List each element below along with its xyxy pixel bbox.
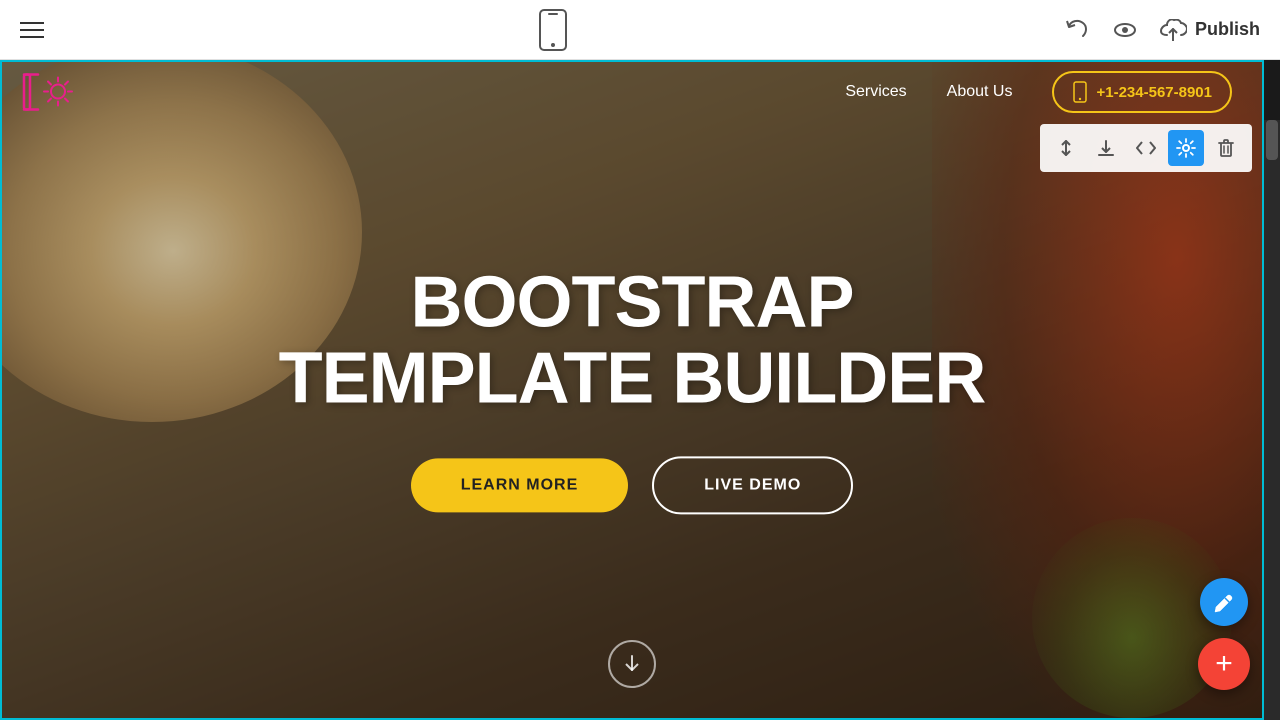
- learn-more-button[interactable]: LEARN MORE: [411, 459, 629, 513]
- hero-content: BOOTSTRAP TEMPLATE BUILDER LEARN MORE LI…: [128, 265, 1136, 514]
- live-demo-button[interactable]: LIVE DEMO: [652, 457, 853, 515]
- code-section-button[interactable]: [1128, 130, 1164, 166]
- publish-label: Publish: [1195, 19, 1260, 40]
- hero-buttons: LEARN MORE LIVE DEMO: [128, 457, 1136, 515]
- add-fab-icon: +: [1215, 649, 1233, 679]
- section-toolbar: [1040, 124, 1252, 172]
- toolbar-center: [537, 8, 569, 52]
- publish-button[interactable]: Publish: [1159, 19, 1260, 41]
- scroll-down-button[interactable]: [608, 640, 656, 688]
- toolbar-right: Publish: [1063, 16, 1260, 44]
- preview-button[interactable]: [1111, 16, 1139, 44]
- site-nav-links: Services About Us +1-234-567-8901: [845, 71, 1232, 113]
- move-section-button[interactable]: [1048, 130, 1084, 166]
- phone-nav-button[interactable]: +1-234-567-8901: [1052, 71, 1232, 113]
- hero-title: BOOTSTRAP TEMPLATE BUILDER: [128, 265, 1136, 416]
- site-navbar: Services About Us +1-234-567-8901: [2, 62, 1262, 122]
- settings-section-button[interactable]: [1168, 130, 1204, 166]
- hero-title-line1: BOOTSTRAP: [410, 262, 853, 342]
- phone-number: +1-234-567-8901: [1096, 84, 1212, 101]
- nav-services[interactable]: Services: [845, 83, 906, 101]
- hero-title-line2: TEMPLATE BUILDER: [279, 338, 986, 418]
- main-area: Services About Us +1-234-567-8901: [0, 60, 1280, 720]
- delete-section-button[interactable]: [1208, 130, 1244, 166]
- add-fab-button[interactable]: +: [1198, 638, 1250, 690]
- site-logo[interactable]: [22, 70, 77, 115]
- mobile-preview-icon[interactable]: [537, 8, 569, 52]
- download-section-button[interactable]: [1088, 130, 1124, 166]
- preview-frame: Services About Us +1-234-567-8901: [0, 60, 1264, 720]
- undo-button[interactable]: [1063, 16, 1091, 44]
- scrollbar-thumb[interactable]: [1266, 120, 1278, 160]
- edit-fab-button[interactable]: [1200, 578, 1248, 626]
- nav-about-us[interactable]: About Us: [947, 83, 1013, 101]
- toolbar-left: [20, 22, 44, 38]
- fab-container: +: [1198, 578, 1250, 690]
- hamburger-menu[interactable]: [20, 22, 44, 38]
- scrollbar[interactable]: [1264, 120, 1280, 720]
- top-toolbar: Publish: [0, 0, 1280, 60]
